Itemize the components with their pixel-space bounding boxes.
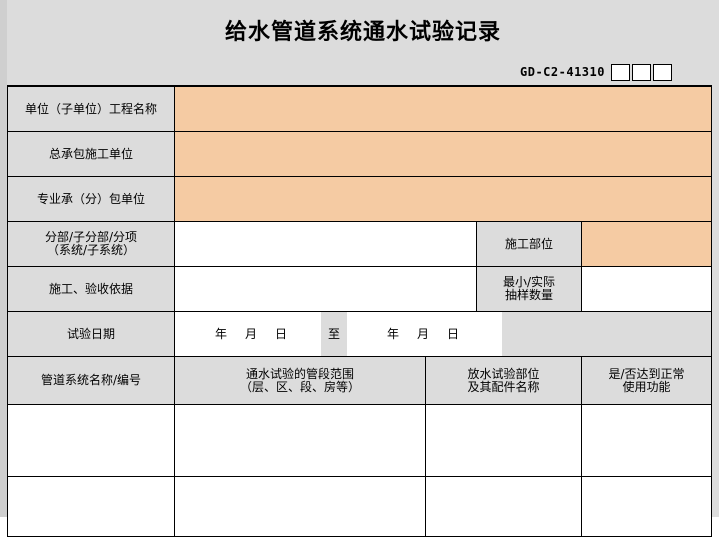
header-function-line1: 是/否达到正常 bbox=[608, 366, 685, 381]
label-test-date: 试验日期 bbox=[8, 312, 175, 356]
header-range-line1: 通水试验的管段范围 bbox=[245, 366, 354, 381]
cell-function[interactable] bbox=[582, 477, 712, 536]
input-sample[interactable] bbox=[582, 267, 712, 311]
label-division: 分部/子分部/分项 （系统/子系统） bbox=[8, 222, 175, 266]
date-filler bbox=[502, 312, 712, 356]
input-sub-contractor[interactable] bbox=[175, 177, 712, 221]
label-basis: 施工、验收依据 bbox=[8, 267, 175, 311]
label-general-contractor: 总承包施工单位 bbox=[8, 132, 175, 176]
header-drain-line1: 放水试验部位 bbox=[467, 366, 540, 381]
form-sheet: 给水管道系统通水试验记录 GD-C2-41310 单位（子单位）工程名称 总承包… bbox=[0, 0, 719, 537]
form-code: GD-C2-41310 bbox=[520, 65, 605, 79]
input-basis[interactable] bbox=[175, 267, 477, 311]
row-header-strip bbox=[0, 0, 7, 517]
form-table: 单位（子单位）工程名称 总承包施工单位 专业承（分）包单位 分部/子分部/分项 … bbox=[7, 85, 712, 537]
header-range: 通水试验的管段范围 （层、区、段、房等） bbox=[175, 357, 426, 404]
code-box-1[interactable] bbox=[610, 63, 630, 81]
row-basis: 施工、验收依据 最小/实际 抽样数量 bbox=[8, 267, 712, 312]
header-drain-line2: 及其配件名称 bbox=[467, 379, 540, 394]
row-division: 分部/子分部/分项 （系统/子系统） 施工部位 bbox=[8, 222, 712, 267]
cell-drain[interactable] bbox=[426, 405, 582, 476]
start-day: 日 bbox=[275, 326, 288, 341]
row-sub-contractor: 专业承（分）包单位 bbox=[8, 177, 712, 222]
input-division[interactable] bbox=[175, 222, 477, 266]
header-function: 是/否达到正常 使用功能 bbox=[582, 357, 712, 404]
input-start-date[interactable]: 年 月 日 bbox=[175, 312, 321, 356]
label-division-line2: （系统/子系统） bbox=[46, 243, 136, 257]
start-year: 年 bbox=[215, 326, 228, 341]
cell-range[interactable] bbox=[175, 405, 426, 476]
label-unit-project: 单位（子单位）工程名称 bbox=[8, 87, 175, 131]
code-box-3[interactable] bbox=[652, 63, 672, 81]
header-range-line2: （层、区、段、房等） bbox=[239, 379, 360, 394]
label-sample: 最小/实际 抽样数量 bbox=[477, 267, 582, 311]
label-sample-line2: 抽样数量 bbox=[504, 288, 553, 302]
cell-pipe-name[interactable] bbox=[8, 477, 175, 536]
start-month: 月 bbox=[245, 326, 258, 341]
table-row bbox=[8, 405, 712, 477]
cell-function[interactable] bbox=[582, 405, 712, 476]
cell-drain[interactable] bbox=[426, 477, 582, 536]
cell-pipe-name[interactable] bbox=[8, 405, 175, 476]
input-unit-project[interactable] bbox=[175, 87, 712, 131]
header-function-line2: 使用功能 bbox=[622, 379, 671, 394]
input-general-contractor[interactable] bbox=[175, 132, 712, 176]
cell-range[interactable] bbox=[175, 477, 426, 536]
end-month: 月 bbox=[417, 326, 430, 341]
input-position[interactable] bbox=[582, 222, 712, 266]
code-box-2[interactable] bbox=[631, 63, 651, 81]
label-to: 至 bbox=[321, 312, 347, 356]
header-drain: 放水试验部位 及其配件名称 bbox=[426, 357, 582, 404]
label-position: 施工部位 bbox=[477, 222, 582, 266]
table-row bbox=[8, 477, 712, 537]
end-year: 年 bbox=[387, 326, 400, 341]
row-test-date: 试验日期 年 月 日 至 年 月 日 bbox=[8, 312, 712, 357]
label-sub-contractor: 专业承（分）包单位 bbox=[8, 177, 175, 221]
end-day: 日 bbox=[447, 326, 460, 341]
header-pipe-name: 管道系统名称/编号 bbox=[8, 357, 175, 404]
row-general-contractor: 总承包施工单位 bbox=[8, 132, 712, 177]
row-unit-project: 单位（子单位）工程名称 bbox=[8, 87, 712, 132]
input-end-date[interactable]: 年 月 日 bbox=[347, 312, 502, 356]
form-code-row: GD-C2-41310 bbox=[520, 62, 672, 82]
table-header-row: 管道系统名称/编号 通水试验的管段范围 （层、区、段、房等） 放水试验部位 及其… bbox=[8, 357, 712, 405]
form-title: 给水管道系统通水试验记录 bbox=[224, 20, 501, 45]
